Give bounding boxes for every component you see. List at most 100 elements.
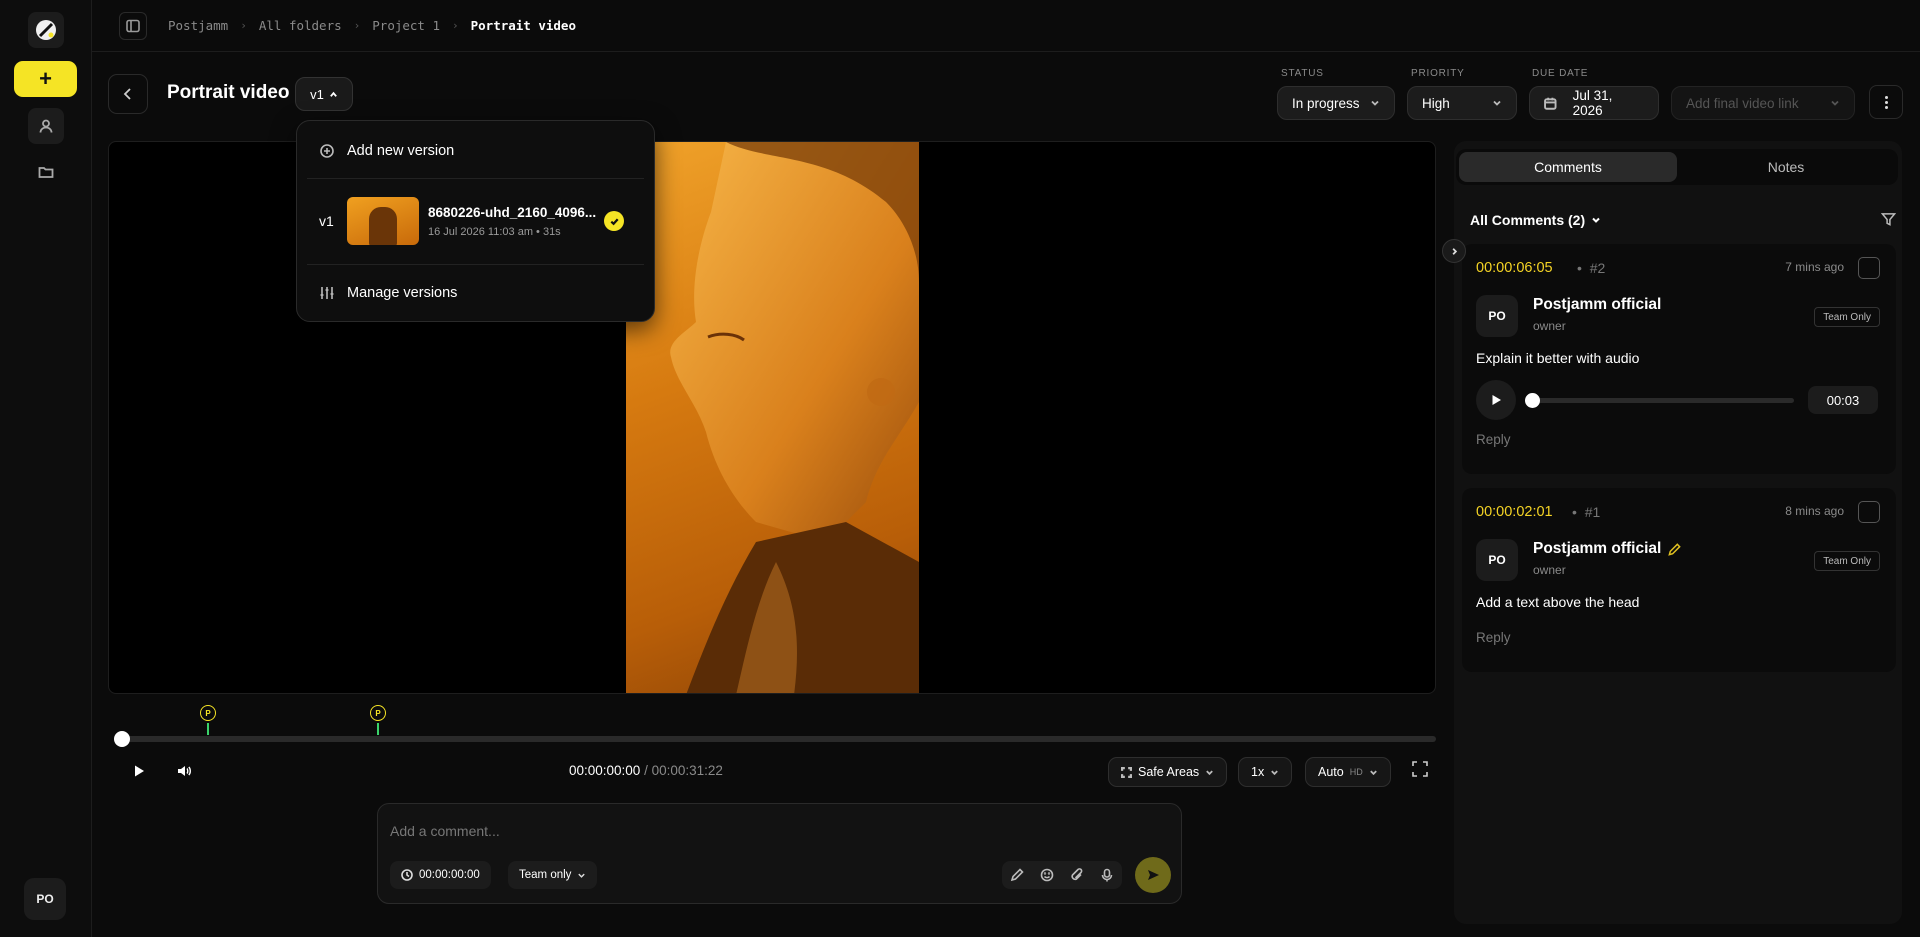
volume-button[interactable] [173,760,195,782]
chevron-down-icon [1831,100,1839,106]
resolve-checkbox[interactable] [1858,501,1880,523]
menu-divider [307,178,644,179]
safe-areas-label: Safe Areas [1138,765,1200,779]
comment-time-ago: 8 mins ago [1785,504,1844,518]
safe-areas-dropdown[interactable]: Safe Areas [1108,757,1228,787]
folder-icon [38,167,54,178]
filter-button[interactable] [1880,212,1897,228]
breadcrumb: Postjamm › All folders › Project 1 › Por… [168,18,576,33]
app-logo[interactable] [28,12,64,48]
sidebar-toggle-icon [126,19,140,32]
breadcrumb-item[interactable]: All folders [259,18,342,33]
fullscreen-icon [1412,761,1428,777]
fullscreen-button[interactable] [1411,760,1433,782]
more-options-button[interactable] [1869,85,1903,119]
add-new-version-label: Add new version [347,143,455,159]
pencil-icon[interactable] [1010,868,1024,882]
chevron-down-icon [1592,217,1600,223]
more-vertical-icon [1884,94,1888,111]
visibility-badge: Team Only [1814,307,1880,327]
audio-progress-track[interactable] [1530,398,1794,403]
comment-timestamp-toggle[interactable]: 00:00:00:00 [390,861,491,889]
comment-text: Explain it better with audio [1476,350,1640,366]
add-new-version-item[interactable]: Add new version [297,141,654,161]
play-icon [135,765,144,777]
tab-notes[interactable]: Notes [1677,152,1895,182]
page-title: Portrait video [167,82,290,103]
playhead-handle[interactable] [114,731,130,747]
due-date-picker[interactable]: Jul 31, 2026 [1529,86,1659,120]
comment-card[interactable]: 00:00:06:05 • #2 7 mins ago PO Postjamm … [1462,244,1896,474]
quality-label: Auto [1318,765,1344,779]
tab-comments[interactable]: Comments [1459,152,1677,182]
sidebar-item-folders[interactable] [28,154,64,190]
reply-button[interactable]: Reply [1476,432,1511,447]
visibility-dropdown[interactable]: Team only [508,861,598,889]
chevron-down-icon [1493,100,1501,106]
comment-marker[interactable]: P [370,705,386,721]
topbar: Postjamm › All folders › Project 1 › Por… [92,0,1920,52]
comment-input[interactable]: Add a comment... [390,823,500,839]
version-selector[interactable]: v1 [295,77,353,111]
comment-marker[interactable]: P [200,705,216,721]
comment-timecode[interactable]: 00:00:06:05 [1476,260,1553,276]
current-time: 00:00:00:00 [569,763,641,778]
quality-suffix: HD [1349,767,1363,777]
play-button[interactable] [128,760,150,782]
panel-toggle-button[interactable] [119,11,147,40]
collapse-panel-button[interactable] [1442,239,1466,263]
breadcrumb-item[interactable]: Project 1 [372,18,440,33]
calendar-icon [1544,97,1557,110]
version-thumbnail [347,197,419,245]
chevron-up-icon [329,91,337,97]
drawing-pencil-icon [1668,542,1682,556]
attachment-icon[interactable] [1070,868,1084,882]
timeline-track[interactable] [118,736,1436,742]
comment-timecode[interactable]: 00:00:02:01 [1476,504,1553,520]
sidebar-item-users[interactable] [28,108,64,144]
manage-versions-item[interactable]: Manage versions [297,283,654,303]
version-dropdown-menu: Add new version v1 8680226-uhd_2160_4096… [296,120,655,322]
comment-composer[interactable]: Add a comment... 00:00:00:00 Team only [377,803,1182,904]
send-comment-button[interactable] [1135,857,1171,893]
send-icon [1148,870,1159,880]
version-file-name: 8680226-uhd_2160_4096... [428,204,597,220]
status-dropdown[interactable]: In progress [1277,86,1395,120]
create-new-button[interactable]: + [14,61,77,97]
marker-line [377,723,379,735]
comment-author-role: owner [1533,319,1566,333]
version-list-item[interactable]: v1 8680226-uhd_2160_4096... 16 Jul 2026 … [297,197,654,245]
comment-author: Postjamm official [1533,296,1662,313]
total-time: / 00:00:31:22 [640,763,723,778]
comment-time-ago: 7 mins ago [1785,260,1844,274]
resolve-checkbox[interactable] [1858,257,1880,279]
audio-play-button[interactable] [1476,380,1516,420]
back-button[interactable] [108,74,148,114]
final-video-link-input[interactable]: Add final video link [1671,86,1855,120]
due-date-value: Jul 31, 2026 [1572,88,1613,118]
due-date-label: DUE DATE [1532,68,1589,79]
comments-filter-dropdown[interactable]: All Comments (2) [1470,212,1601,228]
status-label: STATUS [1281,68,1324,79]
status-value: In progress [1292,95,1360,111]
sliders-icon [320,287,334,299]
version-label: v1 [310,86,324,102]
chevron-down-icon [578,873,586,878]
safe-area-icon [1121,766,1132,778]
quality-dropdown[interactable]: Auto HD [1305,757,1391,787]
priority-dropdown[interactable]: High [1407,86,1517,120]
timecode-display: 00:00:00:00 / 00:00:31:22 [569,763,723,778]
comment-card[interactable]: 00:00:02:01 • #1 8 mins ago PO Postjamm … [1462,488,1896,672]
breadcrumb-item[interactable]: Postjamm [168,18,228,33]
speed-dropdown[interactable]: 1x [1238,757,1293,787]
chevron-down-icon [1271,770,1279,775]
video-frame[interactable] [626,142,919,693]
user-avatar[interactable]: PO [24,878,66,920]
visibility-badge: Team Only [1814,551,1880,571]
comments-panel: Comments Notes All Comments (2) 00:00:06… [1442,141,1902,924]
emoji-icon[interactable] [1040,868,1054,882]
reply-button[interactable]: Reply [1476,630,1511,645]
logo-icon [36,20,56,40]
audio-progress-handle[interactable] [1525,393,1540,408]
microphone-icon[interactable] [1100,868,1114,882]
